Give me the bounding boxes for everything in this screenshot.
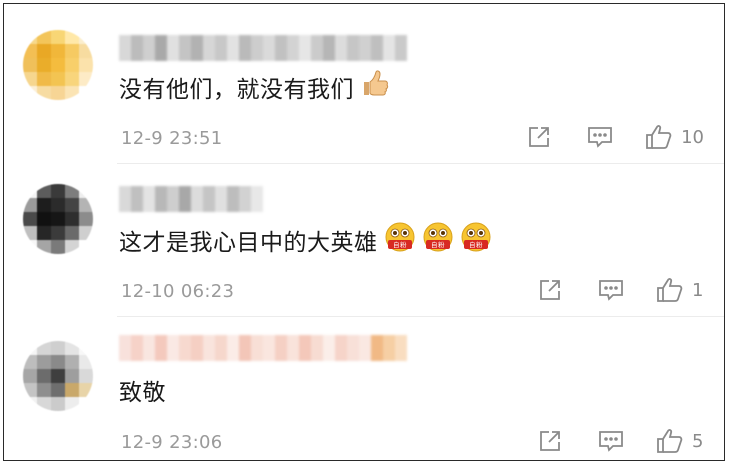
avatar[interactable] [23,341,93,411]
comment-item: 这才是我心目中的大英雄 自粉 自粉 自粉 12-10 06:23 1 [4,164,724,317]
comment-actions: 5 [538,428,704,454]
svg-text:自粉: 自粉 [393,240,407,249]
comment-text-content: 致敬 [119,380,166,406]
thumbs-up-icon [360,70,390,104]
comment-icon [588,127,612,148]
share-icon [540,280,560,300]
username-blurred[interactable] [119,335,407,361]
svg-text:自粉: 自粉 [431,240,445,249]
username-blurred[interactable] [119,35,407,61]
like-button[interactable]: 10 [645,124,704,150]
share-icon [529,127,549,147]
comment-actions: 10 [527,124,704,150]
thumbs-up-outline-icon [657,429,683,453]
share-icon [540,431,560,451]
comment-actions: 1 [538,277,704,303]
comment-text-content: 这才是我心目中的大英雄 [119,230,378,256]
comment-item: 致敬 12-9 23:06 5 [4,317,724,460]
timestamp: 12-10 06:23 [121,281,235,302]
reply-button[interactable] [587,125,613,149]
like-count: 5 [692,430,704,452]
share-button[interactable] [538,278,562,302]
like-button[interactable]: 5 [656,428,704,454]
like-button[interactable]: 1 [656,277,704,303]
idol-fan-emoji-icon: 自粉 [422,221,454,259]
idol-fan-emoji-icon: 自粉 [460,221,492,259]
comment-icon [599,280,623,301]
comment-text-content: 没有他们，就没有我们 [119,77,354,103]
timestamp: 12-9 23:51 [121,128,223,149]
reply-button[interactable] [598,429,624,453]
comment-item: 没有他们，就没有我们 12-9 23:51 10 [4,4,724,164]
username-blurred[interactable] [119,186,263,212]
like-count: 1 [692,279,704,301]
like-count: 10 [681,126,704,148]
timestamp: 12-9 23:06 [121,432,223,453]
comment-list: 没有他们，就没有我们 12-9 23:51 10 这才是我心目中的大英雄 自粉 … [3,3,725,461]
share-button[interactable] [527,125,551,149]
comment-text: 这才是我心目中的大英雄 自粉 自粉 自粉 [119,221,492,259]
svg-text:自粉: 自粉 [469,240,483,249]
comment-icon [599,431,623,452]
thumbs-up-outline-icon [657,278,683,302]
comment-text: 没有他们，就没有我们 [119,70,390,104]
thumbs-up-outline-icon [646,125,672,149]
share-button[interactable] [538,429,562,453]
idol-fan-emoji-icon: 自粉 [384,221,416,259]
comment-text: 致敬 [119,373,166,407]
avatar[interactable] [23,30,93,100]
avatar[interactable] [23,184,93,254]
reply-button[interactable] [598,278,624,302]
